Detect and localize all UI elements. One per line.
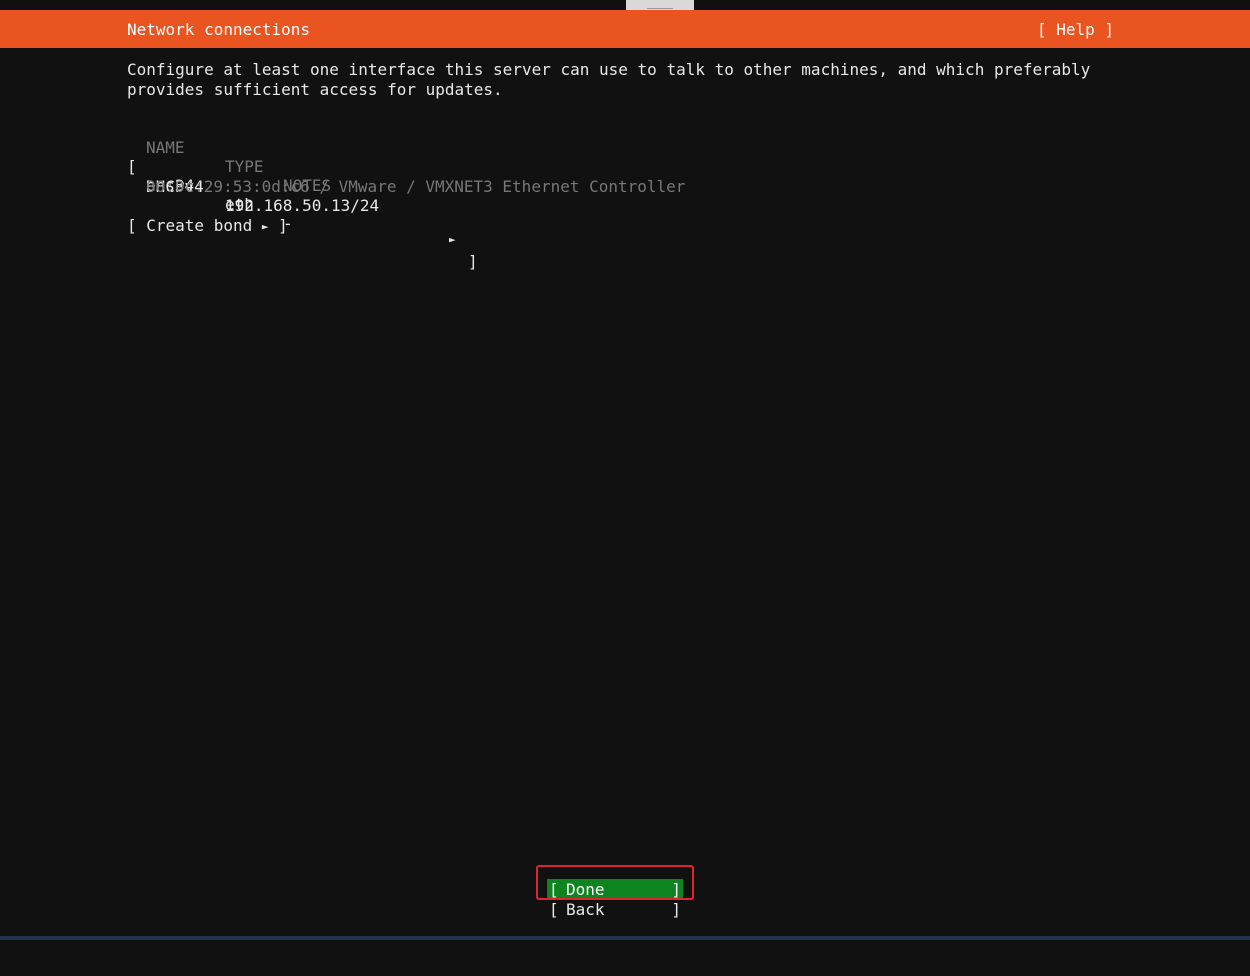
back-button[interactable]: [ Back ] bbox=[547, 900, 683, 919]
window-bottom-bar bbox=[0, 936, 1250, 940]
done-right-bracket: ] bbox=[671, 880, 681, 899]
address-value: 192.168.50.13/24 bbox=[225, 196, 380, 215]
interface-close-bracket: ] bbox=[468, 252, 478, 271]
column-type: TYPE bbox=[225, 157, 264, 176]
column-name: NAME bbox=[146, 138, 185, 157]
done-label: Done bbox=[566, 880, 605, 899]
create-bond-button[interactable]: [ Create bond ► ] bbox=[127, 216, 288, 235]
back-label: Back bbox=[566, 900, 605, 919]
done-left-bracket: [ bbox=[549, 880, 559, 899]
help-button[interactable]: [ Help ] bbox=[1037, 20, 1114, 39]
intro-line-1: Configure at least one interface this se… bbox=[127, 60, 1091, 79]
window-top-strip bbox=[0, 0, 1250, 10]
interface-row-ens34[interactable]: [ ens34 eth - ► ] bbox=[127, 138, 478, 271]
interface-open-bracket: [ bbox=[127, 157, 137, 176]
interface-hardware-info: 00:0c:29:53:0d:c6 / VMware / VMXNET3 Eth… bbox=[146, 177, 686, 196]
create-bond-arrow-icon: ► bbox=[261, 220, 269, 233]
back-left-bracket: [ bbox=[549, 900, 559, 919]
intro-line-2: provides sufficient access for updates. bbox=[127, 79, 503, 99]
interface-menu-arrow-icon[interactable]: ► bbox=[449, 233, 456, 246]
create-bond-label: [ Create bond bbox=[127, 216, 253, 235]
create-bond-close: ] bbox=[278, 216, 288, 235]
header-bar: Network connections [ Help ] bbox=[0, 10, 1250, 48]
intro-text: Configure at least one interface this se… bbox=[127, 60, 1090, 99]
back-right-bracket: ] bbox=[671, 900, 681, 919]
page-title: Network connections bbox=[127, 20, 311, 39]
done-button[interactable]: [ Done ] bbox=[547, 879, 683, 899]
